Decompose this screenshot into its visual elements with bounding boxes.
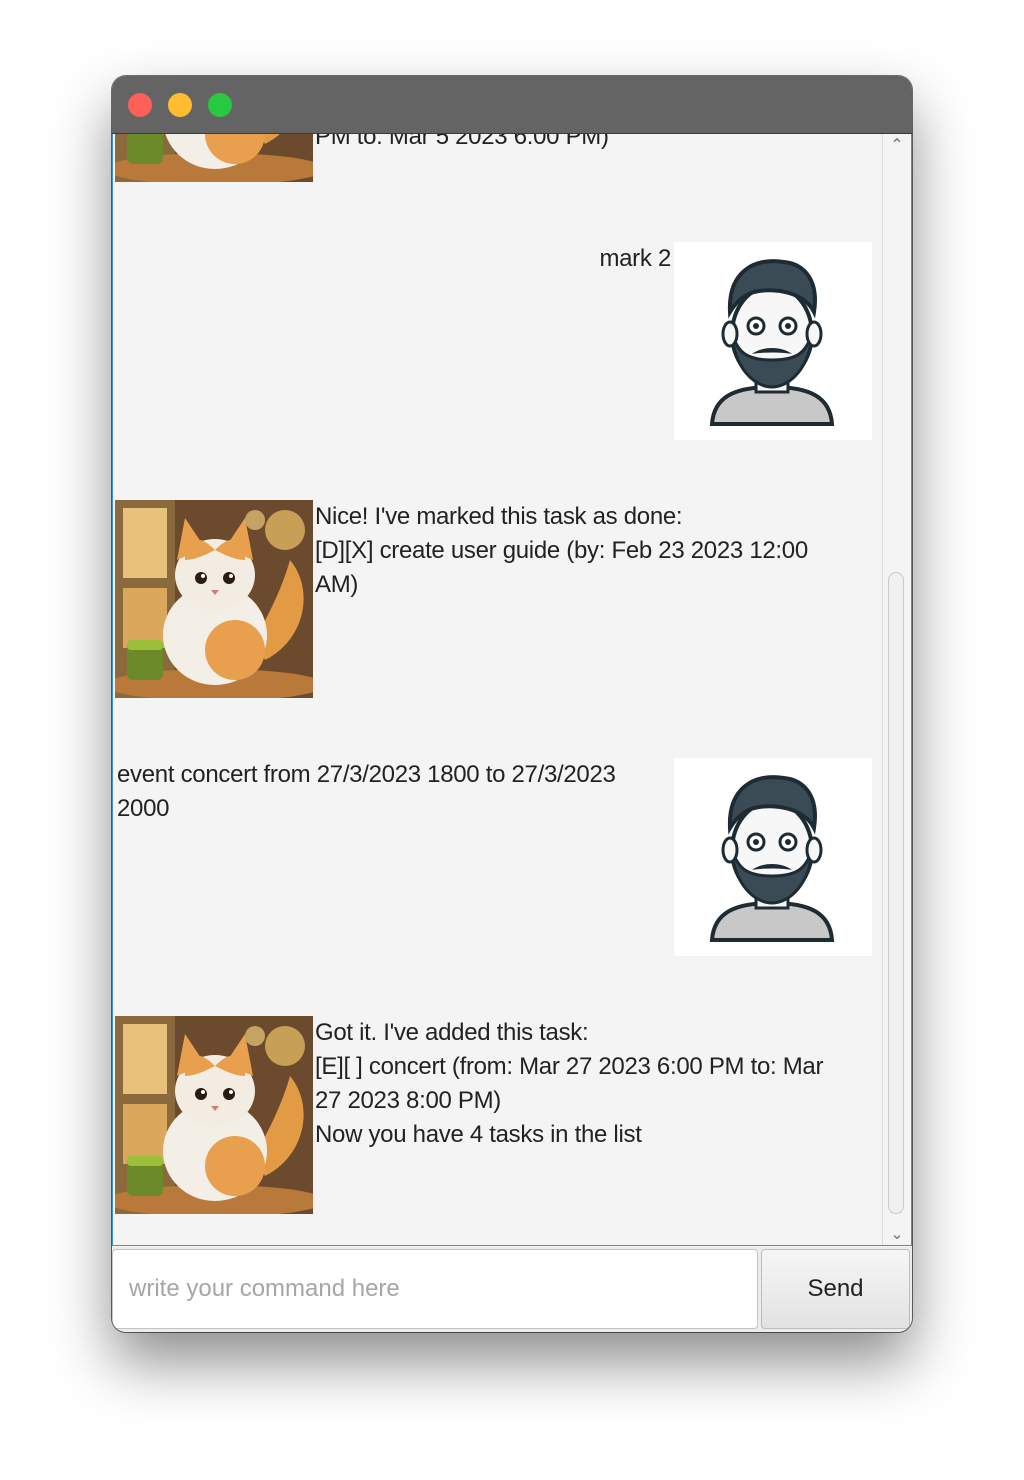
message-line: PM to: Mar 5 2023 6:00 PM): [315, 134, 609, 150]
app-window: PM to: Mar 5 2023 6:00 PM) mark 2 Nice! …: [112, 76, 912, 1332]
dialog-scroll-pane[interactable]: PM to: Mar 5 2023 6:00 PM) mark 2 Nice! …: [112, 134, 912, 1246]
bearded-man-avatar-icon: [674, 758, 872, 956]
command-input[interactable]: [112, 1249, 758, 1329]
message-line: 2000: [117, 795, 170, 822]
bot-message: PM to: Mar 5 2023 6:00 PM): [315, 134, 609, 154]
cat-avatar-icon: [115, 1016, 313, 1214]
message-line: Got it. I've added this task:: [315, 1019, 589, 1046]
message-line: [E][ ] concert (from: Mar 27 2023 6:00 P…: [315, 1053, 824, 1080]
message-line: [D][X] create user guide (by: Feb 23 202…: [315, 537, 808, 564]
message-line: AM): [315, 571, 359, 598]
dialog-container: PM to: Mar 5 2023 6:00 PM) mark 2 Nice! …: [113, 134, 883, 1245]
close-button[interactable]: [128, 93, 152, 117]
scroll-down-icon[interactable]: ⌄: [883, 1223, 911, 1245]
minimize-button[interactable]: [168, 93, 192, 117]
bot-message: Nice! I've marked this task as done: [D]…: [315, 500, 808, 602]
bot-message: Got it. I've added this task: [E][ ] con…: [315, 1016, 823, 1152]
maximize-button[interactable]: [208, 93, 232, 117]
scrollbar-thumb[interactable]: [888, 572, 904, 1214]
title-bar[interactable]: [112, 76, 912, 134]
message-line: 27 2023 8:00 PM): [315, 1087, 501, 1114]
message-line: mark 2: [599, 245, 671, 272]
user-message: mark 2: [599, 242, 671, 276]
message-line: event concert from 27/3/2023 1800 to 27/…: [117, 761, 616, 788]
bearded-man-avatar-icon: [674, 242, 872, 440]
send-button[interactable]: Send: [761, 1249, 910, 1329]
scroll-up-icon[interactable]: ⌃: [883, 134, 911, 156]
message-line: Nice! I've marked this task as done:: [315, 503, 683, 530]
input-bar: Send: [112, 1247, 912, 1332]
message-line: Now you have 4 tasks in the list: [315, 1121, 642, 1148]
user-message: event concert from 27/3/2023 1800 to 27/…: [117, 758, 616, 826]
cat-avatar-icon: [115, 500, 313, 698]
vertical-scrollbar[interactable]: ⌃ ⌄: [882, 134, 911, 1245]
cat-avatar-icon: [115, 134, 313, 182]
